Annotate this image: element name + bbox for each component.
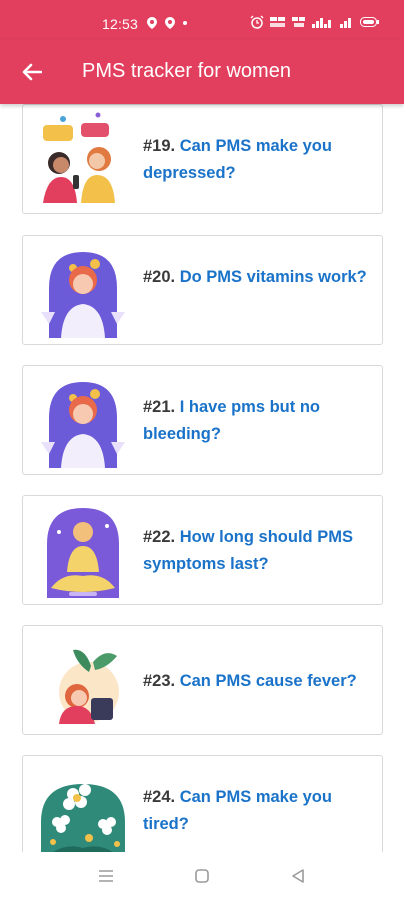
article-number: #19. bbox=[143, 137, 176, 155]
article-card-21[interactable]: #21. I have pms but no bleeding? bbox=[22, 365, 383, 475]
article-question[interactable]: How long should PMS symptoms last? bbox=[143, 528, 353, 573]
home-button[interactable] bbox=[192, 866, 212, 886]
triangle-back-icon bbox=[292, 869, 304, 883]
article-question[interactable]: Do PMS vitamins work? bbox=[180, 268, 367, 286]
article-title[interactable]: #21. I have pms but no bleeding? bbox=[143, 394, 375, 448]
woman-meditating-icon bbox=[33, 242, 133, 340]
article-title[interactable]: #24. Can PMS make you tired? bbox=[143, 784, 375, 838]
article-title[interactable]: #20. Do PMS vitamins work? bbox=[143, 264, 375, 291]
women-talking-icon bbox=[33, 111, 133, 209]
data-speed-icon bbox=[270, 17, 285, 27]
article-list[interactable]: #19. Can PMS make you depressed? #20. Do… bbox=[0, 104, 404, 852]
article-number: #24. bbox=[143, 788, 176, 806]
back-button[interactable] bbox=[18, 58, 46, 86]
volte-icon bbox=[292, 17, 305, 27]
location-pin-icon bbox=[165, 17, 175, 29]
article-title[interactable]: #19. Can PMS make you depressed? bbox=[143, 133, 375, 187]
article-question[interactable]: Can PMS cause fever? bbox=[180, 672, 357, 690]
article-number: #22. bbox=[143, 528, 176, 546]
article-card-20[interactable]: #20. Do PMS vitamins work? bbox=[22, 235, 383, 345]
article-title[interactable]: #22. How long should PMS symptoms last? bbox=[143, 524, 375, 578]
woman-yoga-icon bbox=[33, 502, 133, 600]
woman-meditating-icon bbox=[33, 372, 133, 470]
article-card-24[interactable]: #24. Can PMS make you tired? bbox=[22, 755, 383, 852]
article-number: #21. bbox=[143, 398, 176, 416]
article-title[interactable]: #23. Can PMS cause fever? bbox=[143, 668, 375, 695]
location-pin-icon bbox=[147, 17, 157, 29]
article-number: #23. bbox=[143, 672, 176, 690]
app-bar: PMS tracker for women bbox=[0, 40, 404, 104]
flowers-icon bbox=[33, 762, 133, 852]
notification-dot-icon bbox=[183, 21, 187, 25]
system-nav-bar bbox=[0, 852, 404, 900]
article-card-22[interactable]: #22. How long should PMS symptoms last? bbox=[22, 495, 383, 605]
alarm-icon bbox=[250, 15, 264, 29]
menu-lines-icon bbox=[99, 870, 113, 882]
back-nav-button[interactable] bbox=[288, 866, 308, 886]
signal-icon bbox=[340, 18, 351, 28]
article-number: #20. bbox=[143, 268, 176, 286]
recents-button[interactable] bbox=[96, 866, 116, 886]
woman-plant-icon bbox=[33, 632, 133, 730]
status-time: 12:53 bbox=[102, 16, 139, 32]
page-title: PMS tracker for women bbox=[82, 60, 291, 82]
article-card-19[interactable]: #19. Can PMS make you depressed? bbox=[22, 104, 383, 214]
status-system-icons bbox=[250, 15, 380, 29]
status-bar: 12:53 bbox=[0, 0, 404, 40]
status-notification-icons bbox=[147, 17, 187, 29]
article-card-23[interactable]: #23. Can PMS cause fever? bbox=[22, 625, 383, 735]
arrow-left-icon bbox=[22, 63, 42, 81]
battery-icon bbox=[360, 17, 379, 27]
signal-icon bbox=[312, 18, 331, 28]
square-icon bbox=[195, 869, 209, 883]
